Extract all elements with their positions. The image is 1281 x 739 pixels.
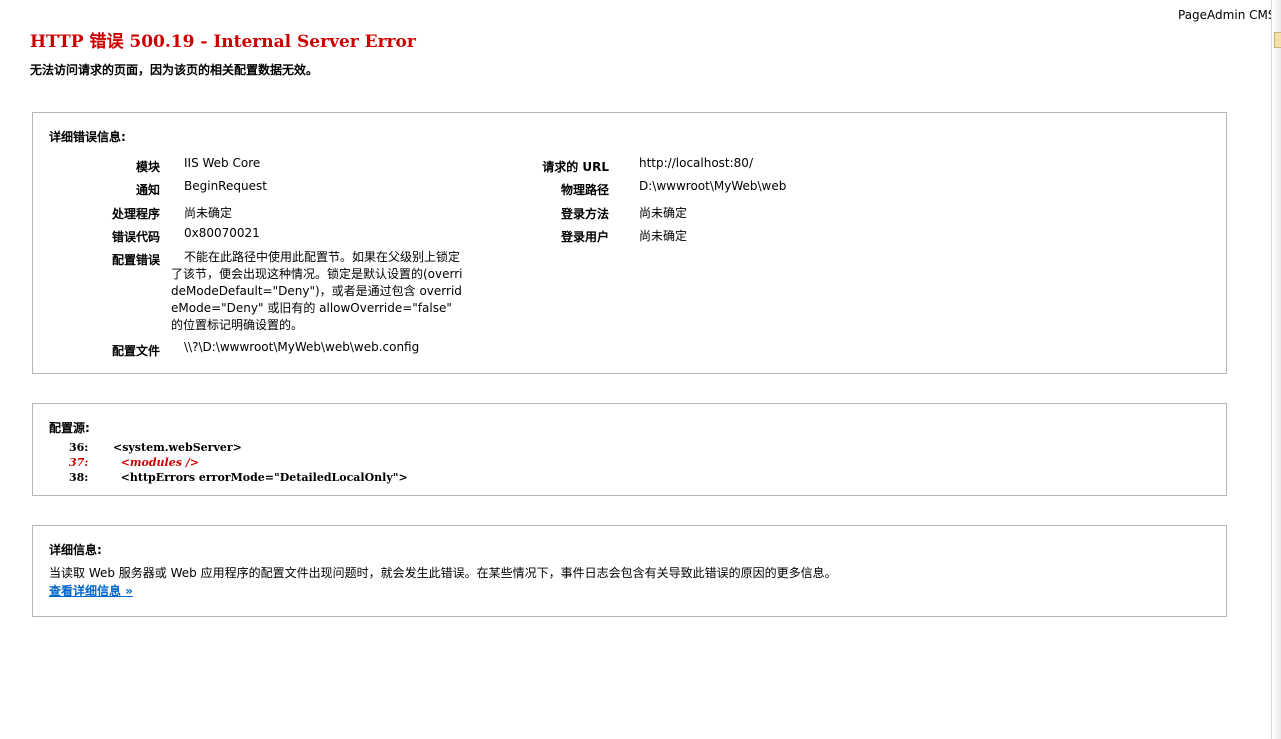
logon-user-value: 尚未确定 — [639, 229, 688, 243]
more-info-heading: 详细信息: — [49, 543, 102, 557]
vertical-scrollbar[interactable] — [1271, 0, 1281, 739]
notification-label: 通知 — [135, 183, 160, 197]
brand-label: PageAdmin CMS — [1178, 8, 1276, 22]
more-information-panel: 详细信息: 当读取 Web 服务器或 Web 应用程序的配置文件出现问题时，就会… — [32, 525, 1227, 617]
code-line-highlighted: <modules /> — [113, 456, 199, 469]
error-code-label: 错误代码 — [111, 230, 160, 244]
page-title: HTTP 错误 500.19 - Internal Server Error — [30, 32, 416, 52]
config-file-value: \\?\D:\wwwroot\MyWeb\web\web.config — [184, 340, 420, 354]
request-url-label: 请求的 URL — [542, 160, 609, 174]
config-error-label: 配置错误 — [111, 253, 160, 267]
more-info-text: 当读取 Web 服务器或 Web 应用程序的配置文件出现问题时，就会发生此错误。… — [49, 566, 837, 580]
logon-user-label: 登录用户 — [560, 230, 609, 244]
code-line-number-highlighted: 37: — [69, 456, 89, 469]
config-source-heading: 配置源: — [49, 421, 90, 435]
error-details-panel: 详细错误信息: 模块 IIS Web Core 通知 BeginRequest … — [32, 112, 1227, 374]
error-code-value: 0x80070021 — [184, 226, 260, 240]
config-file-label: 配置文件 — [111, 344, 160, 358]
code-line: <httpErrors errorMode="DetailedLocalOnly… — [113, 471, 408, 484]
code-line-number: 38: — [69, 471, 89, 484]
logon-method-label: 登录方法 — [560, 207, 609, 221]
module-value: IIS Web Core — [184, 156, 261, 170]
page-subtitle: 无法访问请求的页面，因为该页的相关配置数据无效。 — [30, 63, 319, 77]
logon-method-value: 尚未确定 — [639, 206, 688, 220]
config-error-value: 不能在此路径中使用此配置节。如果在父级别上锁定了该节，便会出现这种情况。锁定是默… — [171, 250, 463, 332]
module-label: 模块 — [135, 160, 160, 174]
code-line: <system.webServer> — [113, 441, 242, 454]
code-line-number: 36: — [69, 441, 89, 454]
physical-path-label: 物理路径 — [560, 183, 609, 197]
handler-label: 处理程序 — [111, 207, 160, 221]
physical-path-value: D:\wwwroot\MyWeb\web — [639, 179, 787, 193]
notification-value: BeginRequest — [184, 179, 267, 193]
config-source-panel: 配置源: 36: <system.webServer> 37: <modules… — [32, 403, 1227, 496]
request-url-value: http://localhost:80/ — [639, 156, 753, 170]
view-more-info-link[interactable]: 查看详细信息 » — [49, 582, 133, 599]
details-heading: 详细错误信息: — [49, 130, 126, 144]
handler-value: 尚未确定 — [184, 206, 233, 220]
scrollbar-thumb[interactable] — [1274, 32, 1281, 48]
